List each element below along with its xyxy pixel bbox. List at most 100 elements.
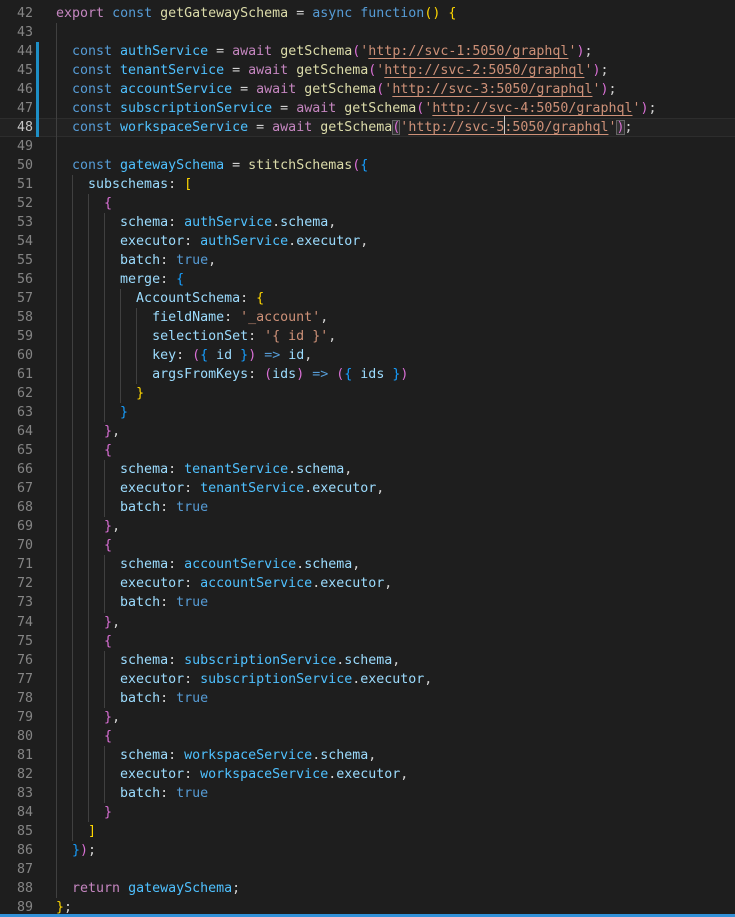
git-modified-indicator[interactable] — [36, 99, 39, 118]
line-number[interactable]: 74 — [0, 613, 33, 632]
line-number[interactable]: 66 — [0, 460, 33, 479]
line-number[interactable]: 46 — [0, 80, 33, 99]
code-line[interactable]: 48 const workspaceService = await getSch… — [0, 118, 735, 137]
code-line[interactable]: 69 }, — [0, 517, 735, 536]
line-number[interactable]: 43 — [0, 23, 33, 42]
line-number[interactable]: 64 — [0, 422, 33, 441]
code-line[interactable]: 81 schema: workspaceService.schema, — [0, 746, 735, 765]
code-line[interactable]: 85 ] — [0, 822, 735, 841]
line-number[interactable]: 65 — [0, 441, 33, 460]
code-line[interactable]: 55 batch: true, — [0, 251, 735, 270]
code-line[interactable]: 61 argsFromKeys: (ids) => ({ ids }) — [0, 365, 735, 384]
line-number[interactable]: 78 — [0, 689, 33, 708]
line-number[interactable]: 80 — [0, 727, 33, 746]
code-line[interactable]: 79 }, — [0, 708, 735, 727]
line-number[interactable]: 61 — [0, 365, 33, 384]
line-number[interactable]: 88 — [0, 879, 33, 898]
code-line[interactable]: 45 const tenantService = await getSchema… — [0, 61, 735, 80]
line-number[interactable]: 51 — [0, 175, 33, 194]
line-number[interactable]: 60 — [0, 346, 33, 365]
line-number[interactable]: 52 — [0, 194, 33, 213]
git-modified-indicator[interactable] — [36, 42, 39, 61]
line-number[interactable]: 68 — [0, 498, 33, 517]
git-modified-indicator[interactable] — [36, 118, 39, 137]
code-line[interactable]: 50 const gatewaySchema = stitchSchemas({ — [0, 156, 735, 175]
code-line[interactable]: 53 schema: authService.schema, — [0, 213, 735, 232]
line-number[interactable]: 86 — [0, 841, 33, 860]
code-line[interactable]: 67 executor: tenantService.executor, — [0, 479, 735, 498]
code-line[interactable]: 86 }); — [0, 841, 735, 860]
code-line[interactable]: 77 executor: subscriptionService.executo… — [0, 670, 735, 689]
line-number[interactable]: 53 — [0, 213, 33, 232]
line-number[interactable]: 58 — [0, 308, 33, 327]
code-line[interactable]: 73 batch: true — [0, 593, 735, 612]
line-number[interactable]: 47 — [0, 99, 33, 118]
line-number[interactable]: 72 — [0, 574, 33, 593]
code-line[interactable]: 57 AccountSchema: { — [0, 289, 735, 308]
code-line[interactable]: 60 key: ({ id }) => id, — [0, 346, 735, 365]
code-line[interactable]: 64 }, — [0, 422, 735, 441]
code-line[interactable]: 80 { — [0, 727, 735, 746]
line-number[interactable]: 71 — [0, 555, 33, 574]
code-line[interactable]: 58 fieldName: '_account', — [0, 308, 735, 327]
code-line[interactable]: 52 { — [0, 194, 735, 213]
code-line[interactable]: 46 const accountService = await getSchem… — [0, 80, 735, 99]
line-number[interactable]: 77 — [0, 670, 33, 689]
code-line[interactable]: 68 batch: true — [0, 498, 735, 517]
code-line[interactable]: 82 executor: workspaceService.executor, — [0, 765, 735, 784]
code-line[interactable]: 70 { — [0, 536, 735, 555]
code-line[interactable]: 42export const getGatewaySchema = async … — [0, 4, 735, 23]
code-line[interactable]: 43 — [0, 23, 735, 42]
code-line[interactable]: 51 subschemas: [ — [0, 175, 735, 194]
code-line[interactable]: 88 return gatewaySchema; — [0, 879, 735, 898]
git-modified-indicator[interactable] — [36, 61, 39, 80]
code-line[interactable]: 56 merge: { — [0, 270, 735, 289]
line-number[interactable]: 82 — [0, 765, 33, 784]
code-line[interactable]: 66 schema: tenantService.schema, — [0, 460, 735, 479]
code-line[interactable]: 76 schema: subscriptionService.schema, — [0, 651, 735, 670]
line-number[interactable]: 62 — [0, 384, 33, 403]
line-number[interactable]: 44 — [0, 42, 33, 61]
line-number[interactable]: 56 — [0, 270, 33, 289]
line-number[interactable]: 69 — [0, 517, 33, 536]
code-line[interactable]: 71 schema: accountService.schema, — [0, 555, 735, 574]
line-number[interactable]: 70 — [0, 536, 33, 555]
line-number[interactable]: 79 — [0, 708, 33, 727]
code-line[interactable]: 87 — [0, 860, 735, 879]
code-line[interactable]: 75 { — [0, 632, 735, 651]
line-number[interactable]: 57 — [0, 289, 33, 308]
line-number[interactable]: 45 — [0, 61, 33, 80]
line-number[interactable]: 55 — [0, 251, 33, 270]
code-line[interactable]: 63 } — [0, 403, 735, 422]
line-number[interactable]: 50 — [0, 156, 33, 175]
code-line[interactable]: 54 executor: authService.executor, — [0, 232, 735, 251]
line-number[interactable]: 76 — [0, 651, 33, 670]
line-number[interactable]: 42 — [0, 4, 33, 23]
code-line[interactable]: 65 { — [0, 441, 735, 460]
line-number[interactable]: 67 — [0, 479, 33, 498]
line-number[interactable]: 48 — [0, 118, 33, 137]
code-line[interactable]: 47 const subscriptionService = await get… — [0, 99, 735, 118]
line-number[interactable]: 59 — [0, 327, 33, 346]
code-line[interactable]: 84 } — [0, 803, 735, 822]
code-line[interactable]: 44 const authService = await getSchema('… — [0, 42, 735, 61]
code-line[interactable]: 72 executor: accountService.executor, — [0, 574, 735, 593]
code-line[interactable]: 49 — [0, 137, 735, 156]
line-number[interactable]: 54 — [0, 232, 33, 251]
line-number[interactable]: 63 — [0, 403, 33, 422]
line-number[interactable]: 84 — [0, 803, 33, 822]
code-line[interactable]: 78 batch: true — [0, 689, 735, 708]
git-modified-indicator[interactable] — [36, 80, 39, 99]
line-number[interactable]: 75 — [0, 632, 33, 651]
code-line[interactable]: 59 selectionSet: '{ id }', — [0, 327, 735, 346]
line-number[interactable]: 83 — [0, 784, 33, 803]
line-number[interactable]: 87 — [0, 860, 33, 879]
code-line[interactable]: 62 } — [0, 384, 735, 403]
line-number[interactable]: 73 — [0, 593, 33, 612]
line-number[interactable]: 81 — [0, 746, 33, 765]
line-number[interactable]: 49 — [0, 137, 33, 156]
code-editor[interactable]: 42export const getGatewaySchema = async … — [0, 0, 735, 917]
line-number[interactable]: 85 — [0, 822, 33, 841]
code-line[interactable]: 74 }, — [0, 613, 735, 632]
code-line[interactable]: 83 batch: true — [0, 784, 735, 803]
